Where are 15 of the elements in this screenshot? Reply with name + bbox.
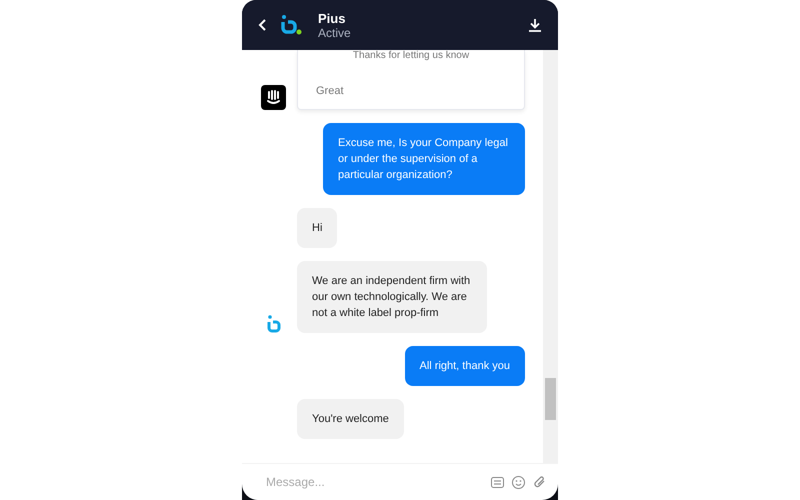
contact-status: Active (318, 26, 352, 40)
download-button[interactable] (528, 18, 542, 32)
sent-message: Excuse me, Is your Company legal or under the supervision of a particular organization? (323, 123, 525, 195)
logo-icon (280, 14, 302, 36)
contact-name: Pius (318, 10, 346, 26)
scrollbar[interactable] (543, 50, 558, 463)
sent-message: All right, thank you (404, 346, 525, 386)
received-message: You're welcome (297, 399, 404, 439)
received-message: We are an independent firm with our own technologically. We are not a white label prop-firm (297, 261, 487, 333)
attachment-button[interactable] (533, 476, 546, 488)
gif-button[interactable] (491, 476, 504, 488)
card-reply: Great (316, 85, 345, 97)
card-title: Thanks for letting us know (352, 50, 470, 61)
emoji-button[interactable] (512, 476, 525, 488)
received-message: Hi (297, 208, 338, 248)
